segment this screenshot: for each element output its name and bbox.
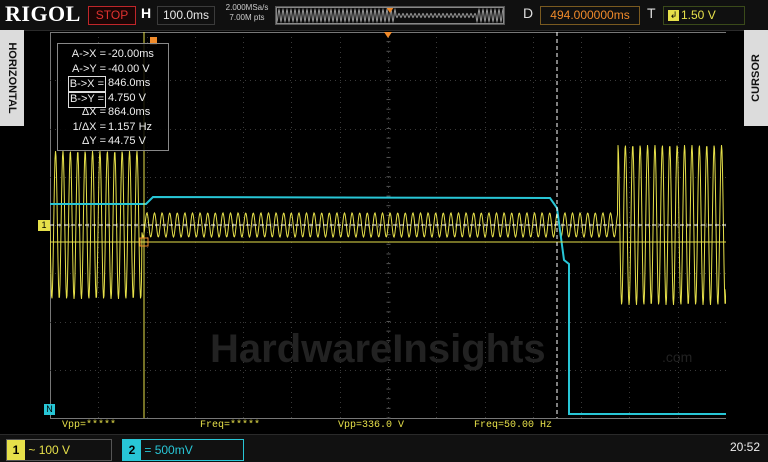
measure-ch1-vpp: Vpp=*****: [62, 420, 117, 431]
acquisition-info: 2.000MSa/s 7.00M pts: [224, 3, 270, 23]
ch2-coupling-icon: =: [144, 443, 152, 457]
measure-freq: Freq=50.00 Hz: [474, 420, 553, 431]
bottom-channel-bar: 1 ~ 100 V 2 = 500mV 20:52: [0, 434, 768, 462]
cursor-readout-value: 846.0ms: [108, 77, 151, 89]
trigger-edge-icon: ↲: [668, 10, 679, 21]
cursor-readout-key: ΔX =: [81, 106, 106, 118]
watermark: HardwareInsights: [210, 327, 546, 371]
horizontal-label: H: [141, 5, 152, 21]
cursor-readout-value: -20.00ms: [108, 48, 154, 60]
horizontal-menu-tab[interactable]: HORIZONTAL: [0, 30, 24, 126]
trigger-setting[interactable]: ↲ 1.50 V: [663, 6, 745, 25]
ch2-scale: 500mV: [154, 443, 193, 457]
cursor-readout-key: 1/ΔX =: [72, 120, 106, 133]
cursor-readout-value: 1.157 Hz: [108, 120, 153, 133]
memory-depth: 7.00M pts: [229, 13, 265, 22]
ch1-coupling-icon: ~: [28, 443, 36, 457]
watermark-suffix: .com: [662, 349, 692, 365]
delay-label: D: [523, 5, 534, 21]
ch1-number: 1: [7, 440, 25, 460]
cursor-readout-key: ΔY =: [82, 135, 106, 147]
brand-logo: RIGOL: [5, 1, 81, 26]
cursor-readout-panel: A->X = -20.00ms A->Y = -40.00 V B->X = 846.0m…: [57, 43, 169, 151]
trigger-label: T: [647, 5, 656, 21]
cursor-menu-label: CURSOR: [750, 54, 762, 102]
run-stop-status[interactable]: STOP: [88, 6, 136, 25]
cursor-readout-row: ΔY = 44.75 V: [58, 134, 168, 149]
horizontal-scale[interactable]: 100.0ms: [157, 6, 215, 25]
cursor-readout-value: 4.750 V: [108, 91, 146, 104]
cursor-readout-value: -40.00 V: [108, 62, 150, 75]
ch2-offset-marker[interactable]: N: [44, 404, 55, 415]
cursor-readout-row: A->Y = -40.00 V: [58, 62, 168, 77]
cursor-readout-row: ΔX = 864.0ms: [58, 105, 168, 120]
ch1-scale: 100 V: [38, 443, 71, 457]
sample-rate: 2.000MSa/s: [225, 3, 269, 12]
ch1-channel-button[interactable]: 1 ~ 100 V: [6, 439, 112, 461]
cursor-readout-value: 44.75 V: [108, 135, 146, 147]
measure-ch1-freq: Freq=*****: [200, 420, 261, 431]
measure-vpp: Vpp=336.0 V: [338, 420, 405, 431]
cursor-readout-key: A->X =: [71, 48, 106, 60]
delay-value[interactable]: 494.000000ms: [540, 6, 640, 25]
cursor-menu-tab[interactable]: CURSOR: [744, 30, 768, 126]
cursor-readout-row: B->Y = 4.750 V: [58, 90, 168, 108]
ch2-number: 2: [123, 440, 141, 460]
measurement-bar: Vpp=***** Freq=***** Vpp=336.0 V Freq=50…: [0, 420, 768, 434]
cursor-readout-key: A->Y =: [71, 62, 106, 75]
cursor-readout-row: 1/ΔX = 1.157 Hz: [58, 120, 168, 135]
trigger-time-marker[interactable]: [384, 32, 392, 38]
cursor-readout-value: 864.0ms: [108, 106, 151, 118]
clock: 20:52: [729, 440, 760, 454]
ch2-channel-button[interactable]: 2 = 500mV: [122, 439, 244, 461]
cursor-readout-row: B->X = 846.0ms: [58, 76, 168, 93]
ch1-offset-marker[interactable]: 1: [38, 220, 50, 231]
cursor-readout-row: A->X = -20.00ms: [58, 47, 168, 62]
top-status-bar: RIGOL STOP H 100.0ms 2.000MSa/s 7.00M pt…: [0, 0, 768, 31]
memory-overview-waveform: [275, 7, 505, 24]
memory-overview-strip: [275, 6, 505, 25]
horizontal-menu-label: HORIZONTAL: [6, 42, 18, 114]
trigger-level: 1.50 V: [681, 8, 716, 22]
